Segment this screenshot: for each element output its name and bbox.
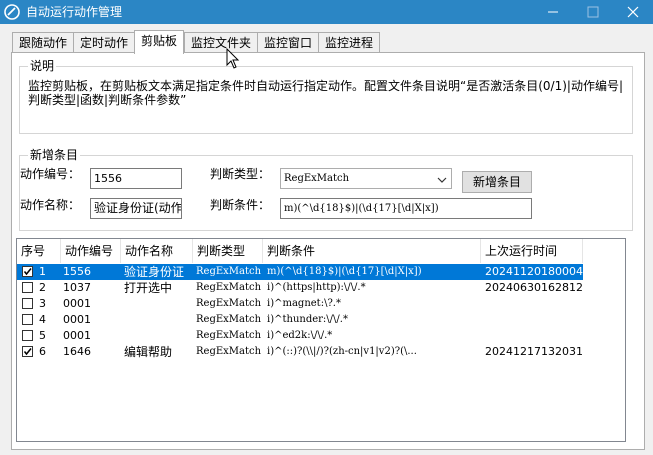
- column-header-action-name[interactable]: 动作名称: [121, 239, 193, 263]
- row-checkbox[interactable]: [22, 298, 33, 309]
- row-checkbox[interactable]: [22, 330, 33, 341]
- row-seq: 2: [39, 281, 46, 294]
- row-match-type: RegExMatch: [196, 298, 262, 309]
- new-entry-group: 新增条目: [19, 147, 633, 231]
- row-condition: i)^(::)?(\\|/)?(zh-cn|v1|v2)?(\...: [267, 346, 417, 357]
- table-row[interactable]: 5 0001 RegExMatch i)^ed2k:\/\/.*: [17, 328, 583, 344]
- row-seq: 5: [39, 329, 46, 342]
- action-name-input[interactable]: 验证身份证(动作: [90, 198, 182, 219]
- action-id-label: 动作编号：: [20, 167, 81, 181]
- row-action-name: [124, 312, 192, 328]
- row-last-run: 20241217132031: [485, 345, 583, 358]
- match-type-value: RegExMatch: [284, 173, 350, 184]
- row-action-id: 1037: [63, 281, 91, 294]
- tab-clipboard[interactable]: 剪贴板: [134, 30, 184, 54]
- row-checkbox[interactable]: [22, 282, 33, 293]
- action-id-input[interactable]: 1556: [90, 168, 182, 189]
- add-entry-button[interactable]: 新增条目: [462, 171, 532, 193]
- table-row[interactable]: 6 1646 编辑帮助 RegExMatch i)^(::)?(\\|/)?(z…: [17, 344, 583, 360]
- explain-group: 说明 监控剪贴板，在剪贴板文本满足指定条件时自动运行指定动作。配置文件条目说明“…: [19, 58, 633, 134]
- window-title: 自动运行动作管理: [26, 5, 123, 19]
- table-row[interactable]: 4 0001 RegExMatch i)^thunder:\/\/.*: [17, 312, 583, 328]
- condition-input[interactable]: m)(^\d{18}$)|(\d{17}[\d|X|x]): [280, 198, 532, 219]
- row-checkbox[interactable]: [22, 266, 33, 277]
- action-name-label: 动作名称：: [20, 198, 81, 212]
- table-row[interactable]: 3 0001 RegExMatch i)^magnet:\?.*: [17, 296, 583, 312]
- explain-text: 监控剪贴板，在剪贴板文本满足指定条件时自动运行指定动作。配置文件条目说明“是否激…: [28, 79, 623, 107]
- column-header-match-type[interactable]: 判断类型: [193, 239, 263, 263]
- condition-label: 判断条件：: [210, 198, 271, 212]
- tab-monitor-folder[interactable]: 监控文件夹: [184, 32, 258, 52]
- row-action-id: 0001: [63, 297, 91, 310]
- row-action-id: 0001: [63, 329, 91, 342]
- tab-monitor-process[interactable]: 监控进程: [318, 32, 380, 52]
- mouse-cursor-icon: [226, 47, 240, 70]
- tab-follow-action[interactable]: 跟随动作: [12, 32, 74, 52]
- table-row[interactable]: 2 1037 打开选中 RegExMatch i)^(https|http):\…: [17, 280, 583, 296]
- row-condition: i)^ed2k:\/\/.*: [267, 330, 333, 341]
- row-match-type: RegExMatch: [196, 314, 262, 325]
- row-last-run: [485, 328, 583, 344]
- row-action-name: 验证身份证: [124, 265, 185, 279]
- row-last-run: 20241120180004: [485, 265, 583, 278]
- row-seq: 4: [39, 313, 46, 326]
- match-type-select[interactable]: RegExMatch: [280, 168, 452, 189]
- entry-list[interactable]: 序号 动作编号 动作名称 判断类型 判断条件 上次运行时间 1 1556 验证身…: [16, 238, 626, 442]
- tab-timer-action[interactable]: 定时动作: [73, 32, 135, 52]
- row-last-run: [485, 296, 583, 312]
- row-checkbox[interactable]: [22, 314, 33, 325]
- row-seq: 6: [39, 345, 46, 358]
- row-seq: 1: [39, 265, 46, 278]
- row-action-id: 0001: [63, 313, 91, 326]
- row-match-type: RegExMatch: [196, 346, 262, 357]
- explain-title: 说明: [28, 58, 57, 74]
- column-header-last-run[interactable]: 上次运行时间: [481, 239, 583, 263]
- row-match-type: RegExMatch: [196, 266, 262, 277]
- maximize-icon[interactable]: [576, 0, 610, 24]
- row-checkbox[interactable]: [22, 346, 33, 357]
- row-seq: 3: [39, 297, 46, 310]
- row-action-name: [124, 328, 192, 344]
- row-condition: i)^magnet:\?.*: [267, 298, 341, 309]
- row-condition: i)^(https|http):\/\/.*: [267, 282, 366, 293]
- row-action-name: [124, 296, 192, 312]
- row-condition: m)(^\d{18}$)|(\d{17}[\d|X|x]): [267, 266, 422, 277]
- column-header-action-id[interactable]: 动作编号: [61, 239, 121, 263]
- row-condition: i)^thunder:\/\/.*: [267, 314, 348, 325]
- row-action-id: 1646: [63, 345, 91, 358]
- row-action-name: 打开选中: [124, 281, 173, 295]
- row-match-type: RegExMatch: [196, 282, 262, 293]
- title-bar[interactable]: 自动运行动作管理: [0, 0, 653, 24]
- row-match-type: RegExMatch: [196, 330, 262, 341]
- new-entry-title: 新增条目: [28, 147, 81, 163]
- table-row[interactable]: 1 1556 验证身份证 RegExMatch m)(^\d{18}$)|(\d…: [17, 264, 583, 280]
- row-action-id: 1556: [63, 265, 91, 278]
- close-icon[interactable]: [616, 0, 650, 24]
- match-type-label: 判断类型：: [210, 167, 271, 181]
- app-icon: [4, 4, 20, 20]
- chevron-down-icon: [437, 173, 447, 183]
- tab-monitor-window[interactable]: 监控窗口: [257, 32, 319, 52]
- minimize-icon[interactable]: [536, 0, 570, 24]
- row-action-name: 编辑帮助: [124, 345, 173, 359]
- row-last-run: [485, 312, 583, 328]
- column-header-seq[interactable]: 序号: [17, 239, 61, 263]
- column-header-condition[interactable]: 判断条件: [263, 239, 481, 263]
- row-last-run: 20240630162812: [485, 281, 583, 294]
